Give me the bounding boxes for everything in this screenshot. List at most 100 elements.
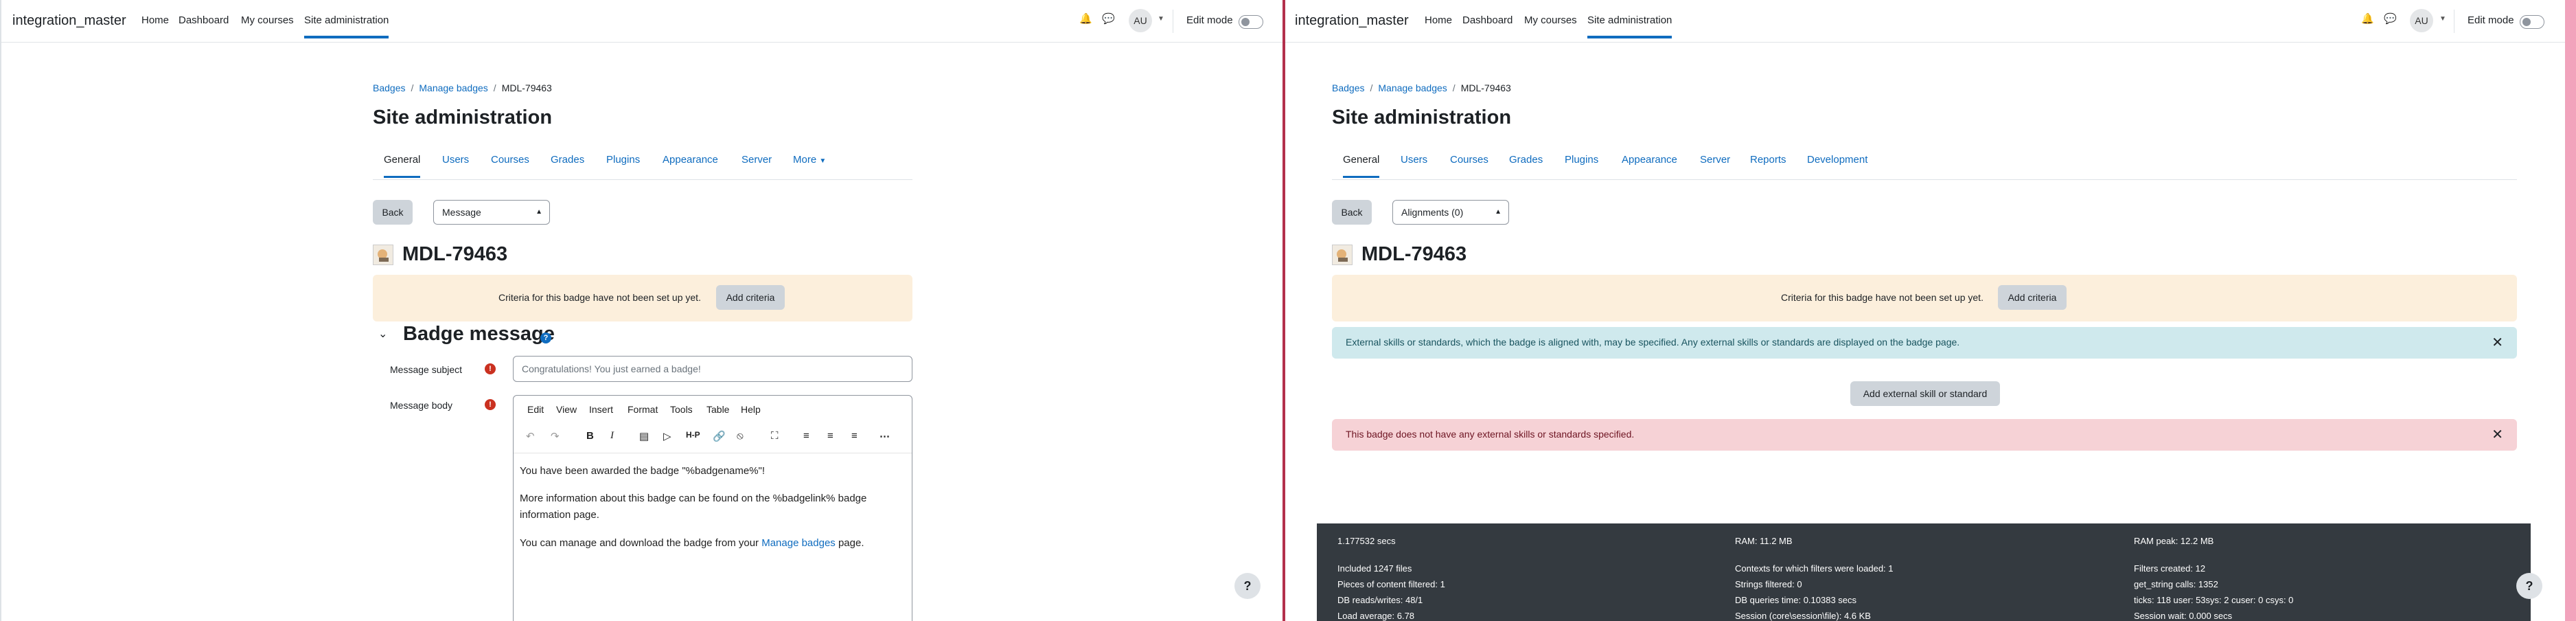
tab-general[interactable]: General (384, 154, 421, 178)
edit-mode-toggle[interactable] (2520, 15, 2544, 29)
tab-users[interactable]: Users (1401, 154, 1427, 166)
alignment-info-text: External skills or standards, which the … (1346, 337, 1960, 348)
undo-icon[interactable]: ↶ (526, 430, 535, 442)
nav-home[interactable]: Home (1425, 14, 1452, 26)
menu-format[interactable]: Format (628, 404, 658, 415)
editor-paragraph-2: More information about this badge can be… (520, 490, 866, 523)
align-right-icon[interactable]: ≡ (851, 430, 858, 442)
badge-action-select[interactable]: Alignments (0) ▲ (1392, 200, 1509, 225)
message-subject-input[interactable]: Congratulations! You just earned a badge… (513, 356, 912, 382)
select-value: Message (442, 207, 481, 218)
performance-footer: 1.177532 secs RAM: 11.2 MB RAM peak: 12.… (1317, 523, 2531, 621)
add-criteria-button[interactable]: Add criteria (1998, 285, 2067, 310)
bold-icon[interactable]: B (586, 430, 594, 442)
align-left-icon[interactable]: ≡ (803, 430, 809, 442)
message-body-label: Message body (390, 400, 453, 411)
align-center-icon[interactable]: ≡ (827, 430, 833, 442)
unlink-icon[interactable]: ⦸ (737, 430, 744, 442)
tab-grades[interactable]: Grades (1509, 154, 1543, 166)
site-brand[interactable]: integration_master (12, 13, 126, 29)
no-alignments-alert: This badge does not have any external sk… (1332, 419, 2517, 451)
nav-dashboard[interactable]: Dashboard (1462, 14, 1513, 26)
chat-icon[interactable]: 💬 (1102, 12, 1115, 25)
menu-view[interactable]: View (556, 404, 577, 415)
help-button[interactable]: ? (1234, 573, 1261, 599)
tab-courses[interactable]: Courses (491, 154, 529, 166)
tab-more[interactable]: More ▼ (793, 154, 826, 166)
tab-courses[interactable]: Courses (1450, 154, 1488, 166)
redo-icon[interactable]: ↷ (551, 430, 560, 442)
menu-tools[interactable]: Tools (670, 404, 693, 415)
breadcrumb-manage-badges[interactable]: Manage badges (1378, 82, 1447, 93)
editor-paragraph-3: You can manage and download the badge fr… (520, 535, 864, 552)
tab-plugins[interactable]: Plugins (1565, 154, 1598, 166)
nav-my-courses[interactable]: My courses (241, 14, 294, 26)
close-icon[interactable]: ✕ (2492, 426, 2503, 443)
chevron-down-icon[interactable]: ▼ (1158, 15, 1164, 23)
add-external-skill-button[interactable]: Add external skill or standard (1850, 381, 2000, 406)
link-icon[interactable]: 🔗 (713, 430, 726, 442)
help-icon[interactable]: ? (540, 332, 551, 343)
tab-appearance[interactable]: Appearance (663, 154, 718, 166)
chevron-down-icon[interactable]: ▼ (2439, 15, 2446, 23)
nav-site-administration[interactable]: Site administration (1587, 14, 1672, 38)
section-title: Badge message (403, 323, 555, 345)
site-brand[interactable]: integration_master (1295, 13, 1409, 29)
tab-reports[interactable]: Reports (1750, 154, 1786, 166)
nav-dashboard[interactable]: Dashboard (179, 14, 229, 26)
fullscreen-icon[interactable]: ⛶ (771, 430, 779, 442)
tab-server[interactable]: Server (1700, 154, 1730, 166)
breadcrumb-badges[interactable]: Badges (1332, 82, 1364, 93)
alignment-info-alert: External skills or standards, which the … (1332, 327, 2517, 359)
help-button[interactable]: ? (2516, 573, 2542, 599)
perf-load: Load average: 6.78 (1337, 611, 1415, 621)
italic-icon[interactable]: I (610, 430, 614, 442)
more-options-icon[interactable]: ⋯ (879, 430, 890, 442)
add-criteria-button[interactable]: Add criteria (716, 285, 785, 310)
perf-ram: RAM: 11.2 MB (1735, 536, 1793, 546)
user-avatar[interactable]: AU (2410, 9, 2433, 32)
menu-help[interactable]: Help (741, 404, 761, 415)
back-button[interactable]: Back (373, 200, 413, 225)
editor-paragraph-2-line-2: information page. (520, 509, 599, 521)
admin-tabs: General Users Courses Grades Plugins App… (1332, 144, 2517, 180)
nav-site-administration[interactable]: Site administration (304, 14, 389, 38)
message-body-editor[interactable]: Edit View Insert Format Tools Table Help… (513, 395, 912, 621)
criteria-text: Criteria for this badge have not been se… (498, 292, 701, 303)
tab-development[interactable]: Development (1807, 154, 1867, 166)
editor-paragraph-3-end: page. (835, 537, 864, 549)
page-title: Site administration (1332, 106, 1512, 128)
edit-mode-toggle[interactable] (1239, 15, 1263, 29)
perf-secs: 1.177532 secs (1337, 536, 1396, 546)
user-avatar[interactable]: AU (1129, 9, 1152, 32)
h5p-icon[interactable]: H-P (686, 430, 700, 440)
bell-icon[interactable]: 🔔 (2361, 12, 2374, 25)
top-navbar: integration_master Home Dashboard My cou… (1285, 0, 2565, 43)
tab-grades[interactable]: Grades (551, 154, 584, 166)
breadcrumb-separator: / (1370, 82, 1373, 93)
menu-insert[interactable]: Insert (589, 404, 613, 415)
back-button[interactable]: Back (1332, 200, 1372, 225)
tab-users[interactable]: Users (442, 154, 469, 166)
breadcrumb-badges[interactable]: Badges (373, 82, 405, 93)
manage-badges-link[interactable]: Manage badges (761, 537, 836, 549)
close-icon[interactable]: ✕ (2492, 334, 2503, 351)
breadcrumb-manage-badges[interactable]: Manage badges (419, 82, 487, 93)
badge-action-select[interactable]: Message ▲ (433, 200, 550, 225)
chevron-down-icon[interactable]: ⌄ (378, 327, 387, 341)
bell-icon[interactable]: 🔔 (1079, 12, 1092, 25)
tab-plugins[interactable]: Plugins (606, 154, 640, 166)
menu-table[interactable]: Table (706, 404, 729, 415)
perf-session: Session (core\session\file): 4.6 KB (1735, 611, 1871, 621)
criteria-alert: Criteria for this badge have not been se… (373, 275, 912, 321)
menu-edit[interactable]: Edit (527, 404, 544, 415)
tab-server[interactable]: Server (741, 154, 772, 166)
media-icon[interactable]: ▷ (663, 430, 671, 442)
chat-icon[interactable]: 💬 (2384, 12, 2397, 25)
nav-home[interactable]: Home (141, 14, 169, 26)
nav-my-courses[interactable]: My courses (1524, 14, 1577, 26)
image-icon[interactable]: ▤ (639, 430, 649, 442)
tab-general[interactable]: General (1343, 154, 1380, 178)
tab-appearance[interactable]: Appearance (1622, 154, 1677, 166)
edit-mode-label: Edit mode (1186, 14, 1233, 26)
